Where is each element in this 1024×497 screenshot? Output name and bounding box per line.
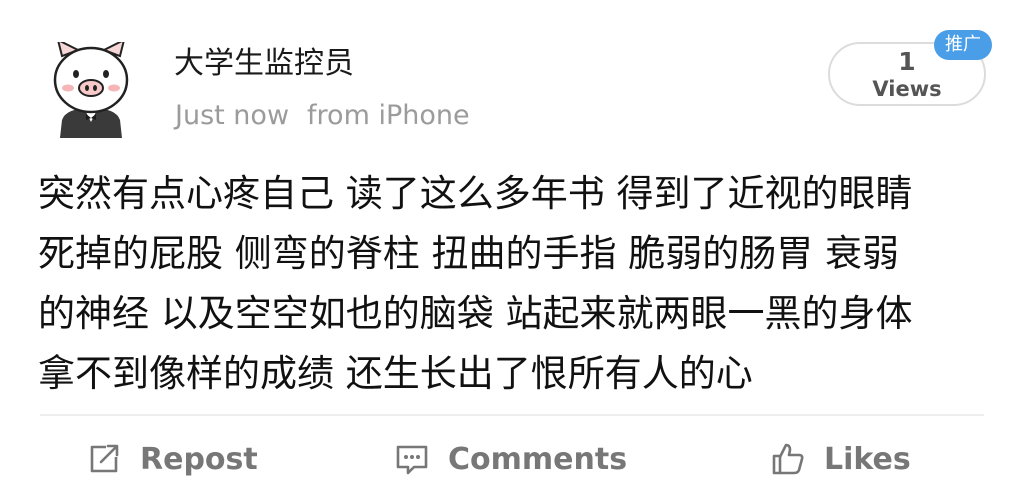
action-bar-divider: [40, 414, 984, 416]
comments-button[interactable]: Comments: [394, 436, 627, 482]
author-name[interactable]: 大学生监控员: [174, 44, 354, 84]
promo-badge[interactable]: 推广: [934, 30, 992, 60]
comment-icon: [394, 441, 430, 477]
comments-label: Comments: [448, 441, 628, 477]
post-source: from iPhone: [307, 100, 470, 131]
post-content-line: 死掉的屁股 侧弯的脊柱 扭曲的手指 脆弱的肠胃 衰弱: [38, 232, 900, 275]
author-avatar[interactable]: [52, 38, 130, 138]
repost-label: Repost: [140, 441, 258, 477]
thumbs-up-icon: [770, 441, 806, 477]
weibo-post-card: 大学生监控员 Just now from iPhone 1 Views 推广 突然…: [0, 0, 1024, 497]
repost-icon: [86, 441, 122, 477]
likes-label: Likes: [824, 441, 911, 477]
post-time: Just now: [175, 100, 290, 131]
post-content-line: 突然有点心疼自己 读了这么多年书 得到了近视的眼睛: [38, 172, 913, 215]
repost-button[interactable]: Repost: [86, 436, 258, 482]
post-content-line: 拿不到像样的成绩 还生长出了恨所有人的心: [38, 352, 753, 395]
views-label: Views: [872, 77, 942, 101]
cartoon-pig-avatar-icon: [53, 38, 129, 138]
post-content: 突然有点心疼自己 读了这么多年书 得到了近视的眼睛 死掉的屁股 侧弯的脊柱 扭曲…: [38, 164, 998, 404]
likes-button[interactable]: Likes: [770, 436, 911, 482]
post-content-line: 的神经 以及空空如也的脑袋 站起来就两眼一黑的身体: [38, 292, 913, 335]
post-meta: Just now from iPhone: [175, 99, 470, 133]
